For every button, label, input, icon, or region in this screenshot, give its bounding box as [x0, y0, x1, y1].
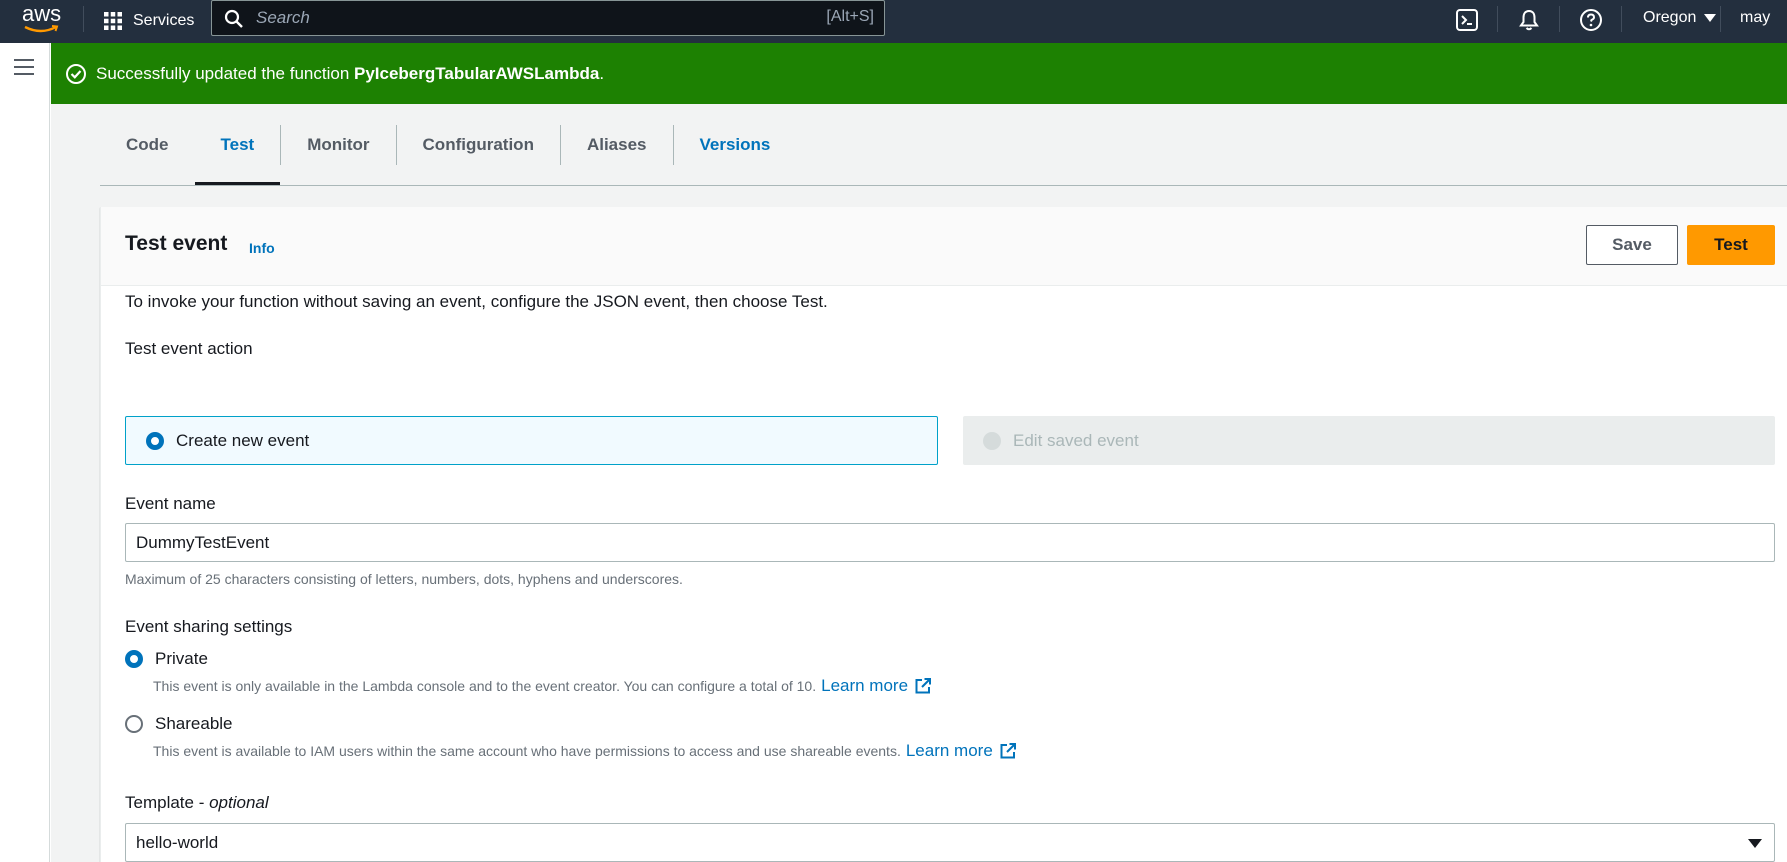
learn-more-label: Learn more	[821, 676, 909, 695]
dropdown-caret-icon	[1748, 839, 1762, 848]
template-select[interactable]: hello-world	[125, 823, 1775, 862]
flash-function-name: PyIcebergTabularAWSLambda	[354, 63, 600, 83]
hamburger-menu-icon[interactable]	[14, 59, 34, 75]
aws-logo-text: aws	[22, 1, 62, 26]
private-option[interactable]: Private	[125, 649, 208, 669]
test-event-panel: Test event Info Save Test To invoke your…	[100, 207, 1787, 862]
search-icon	[224, 9, 243, 28]
external-link-icon	[1000, 743, 1016, 759]
nav-divider	[1621, 6, 1622, 32]
aws-smile-icon	[24, 25, 59, 33]
flash-suffix: .	[599, 63, 605, 83]
panel-header: Test event Info Save Test	[101, 207, 1787, 286]
shareable-description: This event is available to IAM users wit…	[153, 741, 1017, 761]
test-event-action-label: Test event action	[125, 339, 253, 358]
tab-configuration[interactable]: Configuration	[397, 104, 560, 186]
radio-disabled-icon	[983, 431, 1001, 450]
save-button[interactable]: Save	[1586, 225, 1678, 265]
tab-test[interactable]: Test	[194, 104, 281, 186]
tab-code[interactable]: Code	[100, 104, 195, 186]
account-menu[interactable]: may	[1740, 9, 1770, 27]
private-description: This event is only available in the Lamb…	[153, 676, 932, 696]
event-name-hint: Maximum of 25 characters consisting of l…	[125, 571, 683, 587]
learn-more-label: Learn more	[905, 741, 993, 760]
help-icon[interactable]	[1579, 8, 1603, 32]
radio-unselected-icon[interactable]	[125, 715, 143, 733]
search-box[interactable]: [Alt+S]	[211, 0, 885, 36]
success-flash-banner: Successfully updated the function PyIceb…	[51, 43, 1787, 104]
learn-more-link[interactable]: Learn more	[906, 741, 1017, 761]
create-new-event-option[interactable]: Create new event	[125, 416, 938, 465]
template-label-text: Template -	[125, 793, 210, 812]
aws-logo[interactable]: aws	[22, 3, 62, 33]
nav-divider	[83, 6, 84, 32]
event-name-label: Event name	[125, 494, 216, 513]
nav-divider	[1497, 6, 1498, 32]
shareable-option[interactable]: Shareable	[125, 714, 233, 734]
search-input[interactable]	[256, 5, 816, 31]
flash-prefix: Successfully updated the function	[96, 63, 354, 83]
success-check-icon	[66, 63, 86, 84]
services-menu[interactable]: Services	[103, 8, 194, 34]
template-label: Template - optional	[125, 793, 269, 813]
top-navigation: aws Services [Alt+S]	[0, 0, 1787, 43]
create-new-event-label: Create new event	[176, 430, 310, 450]
region-label: Oregon	[1643, 9, 1697, 26]
info-link[interactable]: Info	[249, 240, 275, 256]
shareable-label: Shareable	[155, 714, 233, 733]
event-name-input[interactable]	[125, 523, 1775, 562]
event-sharing-label: Event sharing settings	[125, 617, 293, 636]
nav-divider	[1559, 6, 1560, 32]
nav-divider	[1720, 6, 1721, 32]
template-selected-value: hello-world	[136, 832, 219, 852]
private-description-text: This event is only available in the Lamb…	[153, 678, 817, 694]
services-label: Services	[133, 12, 195, 29]
template-optional-text: optional	[209, 793, 269, 812]
search-shortcut: [Alt+S]	[826, 8, 874, 25]
panel-title: Test event	[125, 232, 228, 255]
test-button[interactable]: Test	[1687, 225, 1775, 265]
side-navigation-rail	[0, 43, 50, 862]
intro-text-content: To invoke your function without saving a…	[125, 292, 828, 311]
grid-icon	[104, 12, 122, 30]
external-link-icon	[915, 678, 932, 694]
edit-saved-event-label: Edit saved event	[1013, 430, 1139, 450]
bell-icon[interactable]	[1517, 8, 1541, 32]
tab-monitor[interactable]: Monitor	[281, 104, 395, 186]
radio-selected-icon[interactable]	[125, 650, 143, 668]
tabs-underline	[100, 185, 1787, 186]
private-label: Private	[155, 649, 208, 668]
intro-text: To invoke your function without saving a…	[125, 292, 828, 312]
function-tabs: Code Test Monitor Configuration Aliases …	[100, 104, 796, 186]
region-selector[interactable]: Oregon	[1643, 9, 1717, 27]
tab-versions[interactable]: Versions	[674, 104, 797, 186]
caret-down-icon	[1704, 14, 1717, 22]
tab-aliases[interactable]: Aliases	[561, 104, 673, 186]
cloudshell-icon[interactable]	[1455, 8, 1479, 32]
shareable-description-text: This event is available to IAM users wit…	[153, 743, 901, 759]
learn-more-link[interactable]: Learn more	[821, 676, 932, 696]
radio-selected-icon[interactable]	[146, 431, 164, 450]
edit-saved-event-option: Edit saved event	[963, 416, 1775, 465]
